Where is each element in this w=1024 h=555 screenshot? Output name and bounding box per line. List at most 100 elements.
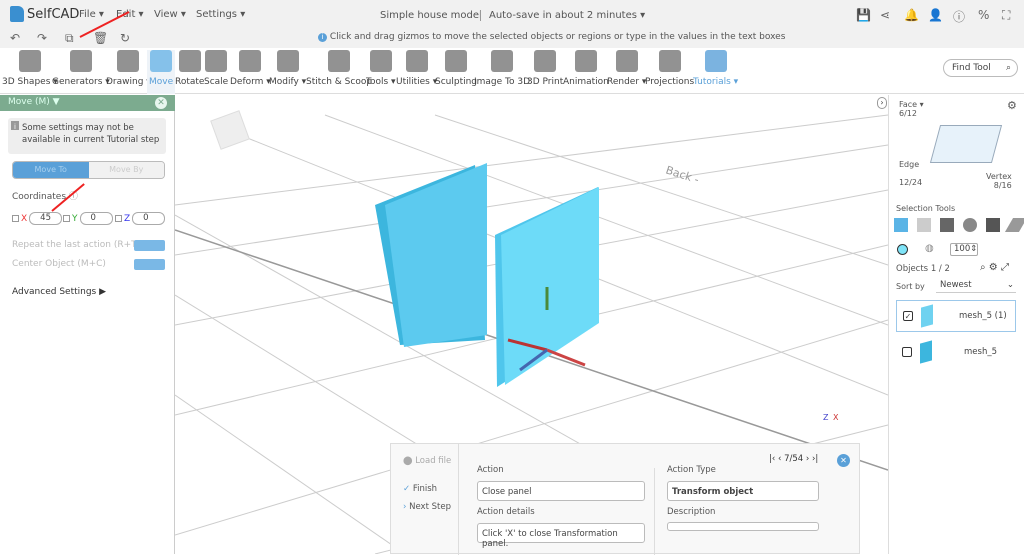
details-field: Click 'X' to close Transformation panel. [477,523,645,549]
z-input[interactable]: 0 [132,212,166,225]
find-tool-input[interactable]: Find Tool ⌕ [943,59,1018,77]
menu-file[interactable]: File ▾ [79,9,104,20]
vertex-mode[interactable]: Vertex 8/16 [986,172,1012,190]
move-mode-toggle: Move To Move By [12,161,165,179]
details-label: Action details [477,507,535,517]
tool-sculpting[interactable]: Sculpting [435,50,477,87]
info-icon: i [11,121,19,131]
finish-step[interactable]: ✓ Finish [403,484,437,494]
next-step[interactable]: › Next Step [403,502,451,512]
repeat-button[interactable] [134,240,165,251]
search-icon: ⌕ [980,262,986,273]
tool-tutorials[interactable]: Tutorials ▾ [693,50,738,87]
tool-generators[interactable]: Generators ▾ [52,50,110,87]
move-by-tab[interactable]: Move By [88,162,164,178]
tool-3d-shapes[interactable]: 3D Shapes ▾ [2,50,58,87]
user-icon[interactable]: 👤 [928,8,943,22]
percent-icon[interactable]: % [978,8,989,22]
y-lock-checkbox[interactable] [63,215,70,222]
half-select-icon[interactable] [986,218,1000,232]
z-lock-checkbox[interactable] [115,215,122,222]
tool-3d-print[interactable]: 3D Print [527,50,563,87]
tool-rotate[interactable]: Rotate [175,50,204,87]
view-cube [210,110,250,150]
load-file-step[interactable]: ⬤ Load file [403,456,451,466]
checkbox[interactable]: ✓ [903,311,913,321]
z-coordinate: Z0 [115,212,166,225]
gear-icon: ⚙ [988,262,998,273]
tool-drawing[interactable]: Drawing ▾ [106,50,151,87]
x-input[interactable]: 45 [29,212,63,225]
cube-select-icon[interactable] [894,218,908,232]
logo[interactable]: SelfCAD [10,6,79,22]
tool-animation[interactable]: Animation [563,50,609,87]
object-tools[interactable]: ⌕ ⚙ ⤢ [980,262,1009,273]
tool-render[interactable]: Render ▾ [607,50,646,87]
action-type-field: Transform object [667,481,819,501]
step-navigation[interactable]: |‹ ‹ 7/54 › ›| [769,454,818,464]
checkbox[interactable] [902,347,912,357]
close-panel-button[interactable]: ✕ [155,97,167,109]
tool-projections[interactable]: Projections [645,50,694,87]
tool-image-to-3d[interactable]: Image To 3D [474,50,530,87]
redo-icon[interactable]: ↷ [37,31,47,45]
bell-icon[interactable]: 🔔 [904,8,919,22]
edge-mode[interactable]: Edge 12/24 [899,160,922,187]
sphere-select-icon[interactable] [963,218,977,232]
delete-icon[interactable]: 🗑 [93,31,108,45]
object-item[interactable]: mesh_5 [896,336,1016,368]
document-title[interactable]: Simple house model [380,10,482,21]
menu-view[interactable]: View ▾ [154,9,186,20]
plane-select-icon[interactable] [1004,218,1024,232]
close-tutorial-button[interactable]: ✕ [837,454,850,467]
x-lock-checkbox[interactable] [12,215,19,222]
grid-select-icon[interactable] [917,218,931,232]
fullscreen-icon[interactable]: ⛶ [1002,8,1010,23]
object-item[interactable]: ✓ mesh_5 (1) [896,300,1016,332]
tool-move[interactable]: Move [147,50,176,94]
center-button[interactable] [134,259,165,270]
texture-icon[interactable]: ◍ [925,243,934,254]
tutorial-panel: ⬤ Load file ✓ Finish › Next Step Action … [390,443,860,555]
menu-settings[interactable]: Settings ▾ [196,9,245,20]
svg-text:Z: Z [823,413,829,422]
tool-deform[interactable]: Deform ▾ [230,50,271,87]
hint-text: i Click and drag gizmos to move the sele… [318,32,785,42]
info-icon[interactable]: ⓘ [953,8,965,25]
save-icon[interactable]: 💾 [856,8,871,22]
svg-text:X: X [833,413,839,422]
objects-count: Objects 1 / 2 [896,264,950,274]
search-icon: ⌕ [1005,63,1011,73]
action-label: Action [477,465,504,475]
tool-tools[interactable]: Tools ▾ [366,50,396,87]
y-input[interactable]: 0 [79,212,113,225]
reset-icon[interactable]: ↻ [120,31,130,45]
share-icon[interactable]: ⋖ [880,8,890,22]
collapse-right-panel-button[interactable]: › [877,97,887,109]
app-name: SelfCAD [27,6,80,22]
move-to-tab[interactable]: Move To [13,162,89,178]
expand-icon: ⤢ [1000,262,1009,273]
object-thumbnail [920,340,932,364]
face-mode[interactable]: Face ▾ 6/12 [899,100,924,118]
opacity-input[interactable]: 100⇕ [950,243,978,256]
tool-modify[interactable]: Modify ▾ [269,50,306,87]
selfcad-logo-icon [10,6,24,22]
autosave-status[interactable]: Auto-save in about 2 minutes ▾ [480,10,645,21]
copy-icon[interactable]: ⧉ [65,31,74,46]
move-panel-header: Move (M) ▼ ✕ [0,95,175,111]
selection-cube [929,125,1003,163]
undo-icon[interactable]: ↶ [10,31,20,45]
advanced-settings[interactable]: Advanced Settings ▶ [12,287,106,297]
color-swatch[interactable] [897,244,908,255]
tool-scale[interactable]: Scale [204,50,228,87]
tool-utilities[interactable]: Utilities ▾ [396,50,437,87]
gear-icon[interactable]: ⚙ [1007,99,1017,112]
tool-stitch-scoop[interactable]: Stitch & Scoop [306,50,372,87]
repeat-label: Repeat the last action (R+T) [12,240,141,250]
mesh-select-icon[interactable] [940,218,954,232]
tutorial-note: i Some settings may not be available in c… [8,118,166,154]
x-coordinate: X 45 [12,212,63,225]
sort-select[interactable]: Newest ⌄ [936,280,1016,293]
center-label: Center Object (M+C) [12,259,106,269]
